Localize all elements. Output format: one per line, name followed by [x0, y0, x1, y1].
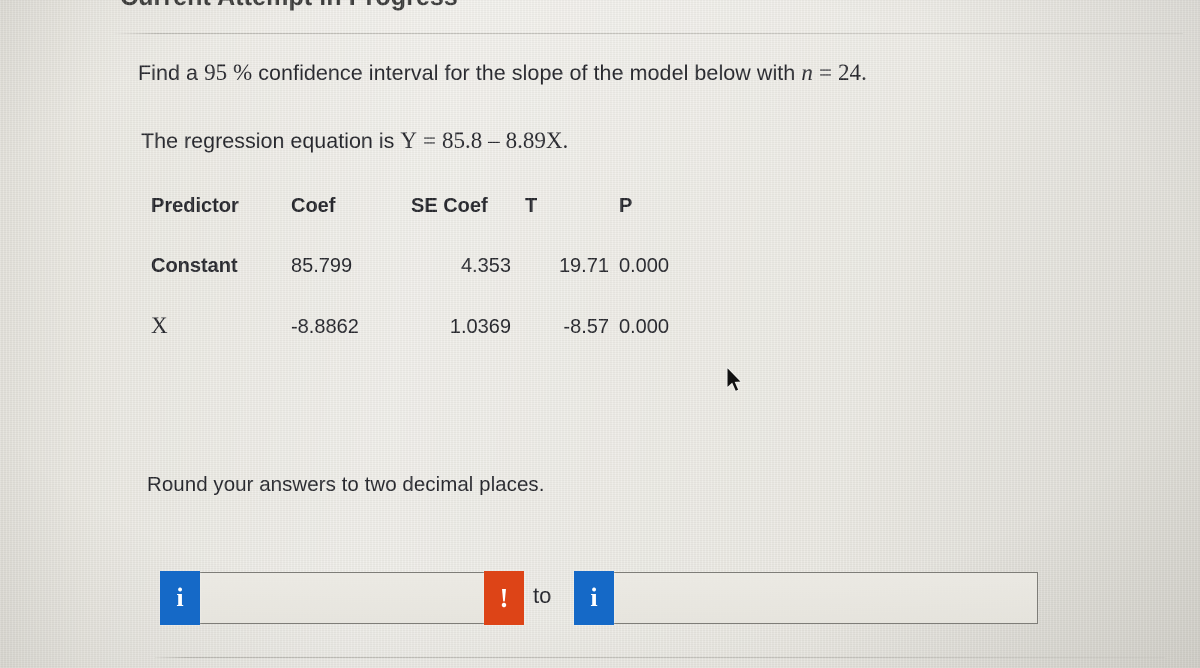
upper-bound-input[interactable]: [598, 572, 1038, 624]
regression-equation-lead: The regression equation is: [141, 129, 395, 153]
regression-response-variable: Y: [400, 128, 417, 153]
table-row: X -8.8862 1.0369 -8.57 0.000: [151, 313, 699, 376]
regression-slope-term: 8.89X.: [505, 128, 569, 153]
row-label-x: X: [151, 313, 168, 338]
lower-bound-input[interactable]: [182, 572, 524, 624]
cell-constant-coef: 85.799: [291, 255, 353, 277]
footer-divider: [155, 657, 1165, 658]
upper-bound-group: i: [574, 571, 1038, 627]
prompt-text-mid: confidence interval for the slope of the…: [258, 61, 796, 85]
cell-constant-t: 19.71: [558, 255, 609, 277]
cell-x-t: -8.57: [563, 316, 609, 338]
sample-size-variable: n: [801, 60, 813, 85]
row-label-constant: Constant: [151, 255, 238, 277]
rounding-instruction: Round your answers to two decimal places…: [147, 473, 545, 496]
info-icon[interactable]: i: [574, 571, 614, 625]
confidence-level-value: 95 %: [204, 60, 253, 85]
question-prompt: Find a 95 % confidence interval for the …: [138, 60, 867, 86]
column-header-p: P: [619, 195, 633, 217]
regression-equals: =: [422, 128, 436, 153]
current-attempt-title: Current Attempt in Progress: [120, 0, 458, 12]
error-icon[interactable]: !: [484, 571, 524, 625]
regression-output-table: Predictor Coef SE Coef T P Constant 85.7…: [151, 196, 699, 376]
regression-equation-line: The regression equation is Y = 85.8 – 8.…: [141, 128, 568, 154]
column-header-coef: Coef: [291, 195, 336, 217]
header-divider: [113, 33, 1183, 34]
column-header-t: T: [525, 195, 538, 217]
cell-x-se-coef: 1.0369: [449, 316, 511, 338]
info-icon[interactable]: i: [160, 571, 200, 625]
cell-x-coef: -8.8862: [291, 316, 359, 338]
column-header-predictor: Predictor: [151, 195, 239, 217]
regression-intercept: 85.8: [441, 128, 483, 153]
range-separator-label: to: [533, 583, 552, 608]
table-header-row: Predictor Coef SE Coef T P: [151, 196, 699, 256]
cell-constant-se-coef: 4.353: [460, 255, 511, 277]
cell-constant-p: 0.000: [619, 255, 670, 277]
sample-size-equals: =: [818, 60, 832, 85]
table-row: Constant 85.799 4.353 19.71 0.000: [151, 256, 699, 316]
lower-bound-group: i !: [160, 571, 524, 627]
sample-size-value: 24.: [838, 60, 867, 85]
cell-x-p: 0.000: [619, 316, 670, 338]
page-left-gutter: [0, 0, 113, 668]
prompt-text-lead: Find a: [138, 61, 199, 85]
regression-minus-sign: –: [488, 128, 500, 153]
column-header-se-coef: SE Coef: [411, 195, 488, 217]
